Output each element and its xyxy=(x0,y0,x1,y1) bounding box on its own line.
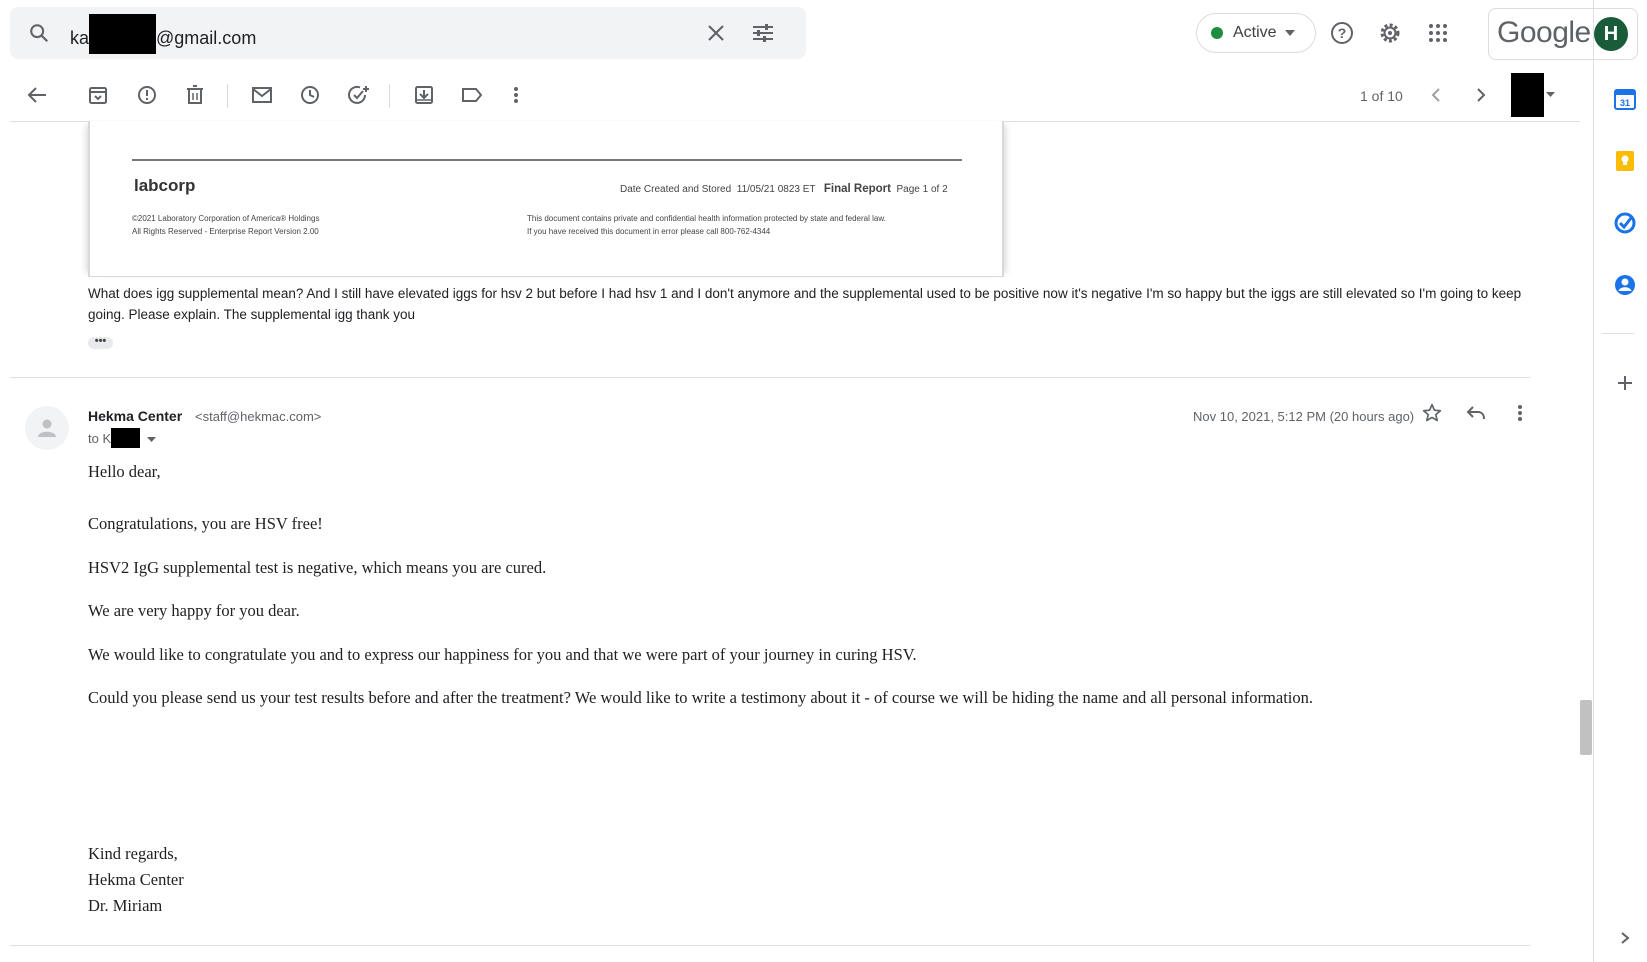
body-paragraph: We are very happy for you dear. xyxy=(88,601,300,620)
body-paragraph: Congratulations, you are HSV free! xyxy=(88,514,323,533)
move-to-icon[interactable] xyxy=(411,82,437,108)
help-icon[interactable]: ? xyxy=(1329,20,1355,46)
search-suffix: @gmail.com xyxy=(156,27,257,48)
person-icon xyxy=(38,419,56,437)
show-trimmed-content-button[interactable]: ••• xyxy=(88,336,113,349)
toolbar-divider xyxy=(389,84,390,108)
report-page: Page 1 of 2 xyxy=(896,184,948,195)
redaction-block xyxy=(89,14,157,54)
mark-unread-icon[interactable] xyxy=(249,82,275,108)
sender-name[interactable]: Hekma Center xyxy=(88,408,182,424)
date-value: 11/05/21 0823 ET xyxy=(736,184,816,195)
side-panel-border xyxy=(1593,0,1594,962)
search-input[interactable]: ka @gmail.com xyxy=(70,14,257,54)
snooze-icon[interactable] xyxy=(297,82,323,108)
calendar-icon[interactable]: 31 xyxy=(1612,86,1638,112)
signature-line: Hekma Center xyxy=(88,870,184,889)
back-icon[interactable] xyxy=(24,82,50,108)
recipient-line[interactable]: to K xyxy=(88,427,156,448)
account-avatar[interactable]: H xyxy=(1594,17,1628,51)
document-header: Date Created and Stored 11/05/21 0823 ET… xyxy=(620,183,948,195)
add-icon[interactable] xyxy=(1612,370,1638,396)
message-more-icon[interactable] xyxy=(1507,400,1533,426)
side-panel-divider xyxy=(1602,333,1634,334)
notice-line-1: This document contains private and confi… xyxy=(527,214,886,223)
avatar xyxy=(25,406,69,450)
more-icon[interactable] xyxy=(503,82,529,108)
contacts-icon[interactable] xyxy=(1612,272,1638,298)
archive-icon[interactable] xyxy=(85,82,111,108)
message-datetime: Nov 10, 2021, 5:12 PM (20 hours ago) xyxy=(1193,409,1415,424)
report-title: Final Report xyxy=(823,183,891,195)
prev-icon[interactable] xyxy=(1423,82,1449,108)
tasks-icon[interactable] xyxy=(1612,210,1638,236)
redaction-block xyxy=(111,427,141,448)
status-label: Active xyxy=(1233,24,1277,41)
sender-email: <staff@hekmac.com> xyxy=(195,409,322,424)
clear-search-icon[interactable] xyxy=(703,20,729,46)
pager-text: 1 of 10 xyxy=(1360,88,1403,104)
date-label: Date Created and Stored xyxy=(620,184,732,195)
document-rule xyxy=(132,159,962,161)
body-paragraph: HSV2 IgG supplemental test is negative, … xyxy=(88,558,547,577)
search-prefix: ka xyxy=(70,27,90,48)
search-icon[interactable] xyxy=(26,20,52,46)
scrollbar-thumb[interactable] xyxy=(1580,700,1592,755)
signature-line: Kind regards, xyxy=(88,844,178,863)
notice-line-2: If you have received this document in er… xyxy=(527,227,771,236)
svg-text:?: ? xyxy=(1338,25,1347,41)
greeting: Hello dear, xyxy=(88,462,161,481)
search-options-icon[interactable] xyxy=(750,20,776,46)
body-paragraph: Could you please send us your test resul… xyxy=(88,688,1313,707)
apps-grid-icon[interactable] xyxy=(1425,20,1451,46)
recipient-label: to K xyxy=(88,431,112,446)
google-logo: Google xyxy=(1497,16,1591,49)
signature-line: Dr. Miriam xyxy=(88,896,163,915)
message-separator xyxy=(10,377,1530,378)
star-icon[interactable] xyxy=(1419,400,1445,426)
report-spam-icon[interactable] xyxy=(134,82,160,108)
next-icon[interactable] xyxy=(1468,82,1494,108)
keep-icon[interactable] xyxy=(1612,148,1638,174)
copyright-line-1: ©2021 Laboratory Corporation of America®… xyxy=(132,214,320,223)
svg-text:31: 31 xyxy=(1620,98,1630,108)
status-dot xyxy=(1211,27,1223,39)
gear-icon[interactable] xyxy=(1377,20,1403,46)
attachment-preview[interactable]: labcorp Date Created and Stored 11/05/21… xyxy=(88,121,1004,277)
add-task-icon[interactable] xyxy=(346,82,372,108)
chevron-down-icon xyxy=(1284,30,1295,36)
reply-icon[interactable] xyxy=(1463,400,1489,426)
chevron-down-icon[interactable] xyxy=(1546,92,1555,97)
redaction-block xyxy=(1511,73,1544,117)
toolbar-divider xyxy=(227,84,228,108)
copyright-line-2: All Rights Reserved - Enterprise Report … xyxy=(132,227,319,236)
message-end-separator xyxy=(10,945,1530,946)
label-icon[interactable] xyxy=(459,82,485,108)
labcorp-logo: labcorp xyxy=(134,176,196,195)
delete-icon[interactable] xyxy=(182,82,208,108)
chevron-down-icon[interactable] xyxy=(146,437,156,443)
expand-icon[interactable] xyxy=(1612,925,1638,951)
body-paragraph: We would like to congratulate you and to… xyxy=(88,645,917,664)
status-selector[interactable]: Active xyxy=(1196,13,1316,53)
previous-message-text: What does igg supplemental mean? And I s… xyxy=(88,286,1522,322)
